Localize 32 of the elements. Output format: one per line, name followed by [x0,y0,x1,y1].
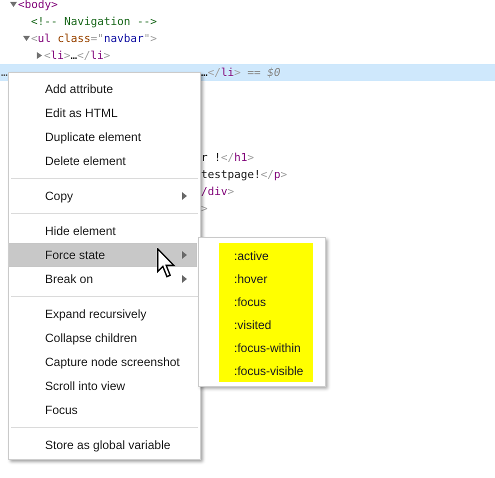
menu-item[interactable]: Copy [9,184,197,208]
mouse-pointer-icon [157,248,176,279]
html-tag: testpage!</p> [201,168,288,181]
menu-item[interactable]: Break on [9,267,197,291]
html-tag: > [201,202,208,215]
menu-item[interactable]: Scroll into view [9,374,197,398]
menu-item[interactable]: Force state [9,243,197,267]
menu-item[interactable]: Hide element [9,219,197,243]
menu-item[interactable]: :focus-within [219,336,313,359]
expanded-triangle-icon[interactable] [10,1,17,8]
html-tag: …</li> == $0 [201,66,280,79]
menu-item[interactable]: Duplicate element [9,125,197,149]
expanded-triangle-icon[interactable] [23,35,30,42]
html-tag: /div> [201,185,234,198]
menu-item[interactable]: Expand recursively [9,302,197,326]
menu-item[interactable]: Focus [9,398,197,422]
html-comment: <!-- Navigation --> [31,15,157,28]
menu-item[interactable]: :focus-visible [219,359,313,382]
menu-item[interactable]: Delete element [9,149,197,173]
menu-item[interactable]: :active [219,244,313,267]
html-tag: <body> [18,0,58,11]
html-tag: <ul class="navbar"> [31,32,157,45]
menu-item[interactable]: Capture node screenshot [9,350,197,374]
html-tag: r !</h1> [201,151,254,164]
menu-item[interactable]: :hover [219,267,313,290]
menu-item[interactable]: :visited [219,313,313,336]
menu-item[interactable]: :focus [219,290,313,313]
collapsed-triangle-icon[interactable] [36,52,43,59]
menu-item[interactable]: Edit as HTML [9,101,197,125]
html-tag: <li>…</li> [44,49,110,62]
menu-item[interactable]: Store as global variable [9,433,197,457]
menu-item[interactable]: Collapse children [9,326,197,350]
